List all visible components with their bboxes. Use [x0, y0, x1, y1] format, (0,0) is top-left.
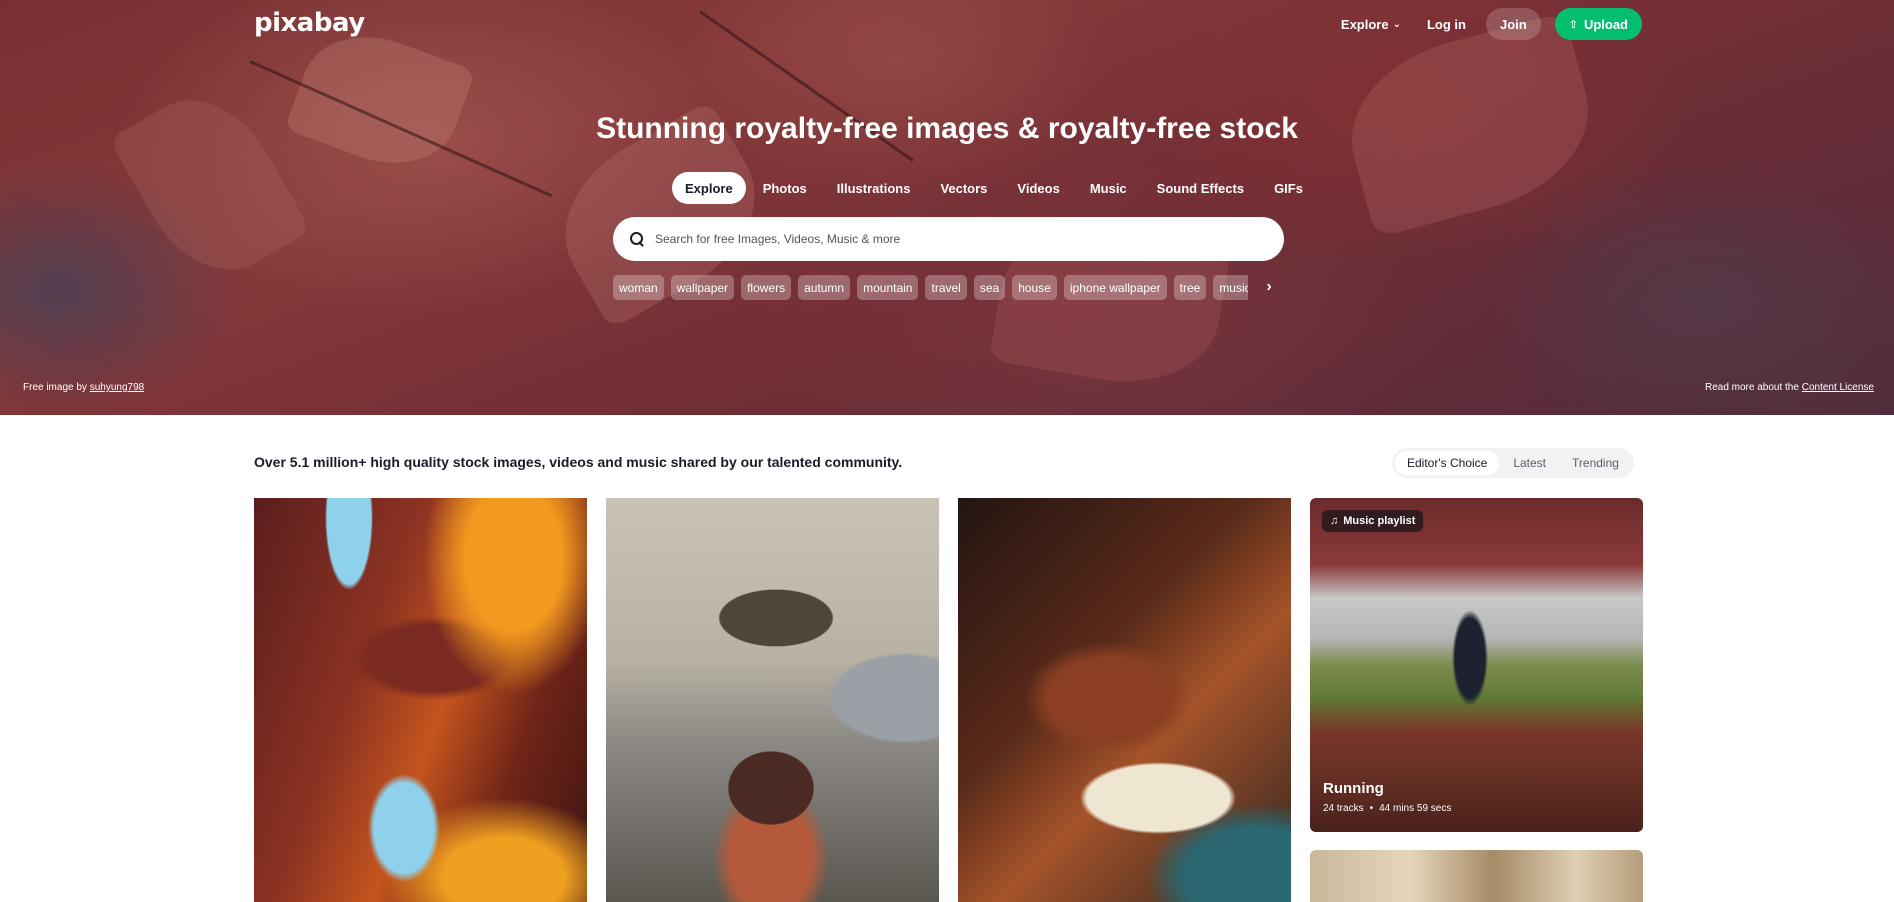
search-chip[interactable]: flowers	[741, 275, 792, 300]
hero-banner: pixabay Explore ⌄ Log in Join ⇧ Upload S…	[0, 0, 1894, 415]
sort-latest[interactable]: Latest	[1501, 451, 1558, 475]
tab-photos[interactable]: Photos	[750, 172, 820, 204]
top-navigation: pixabay Explore ⌄ Log in Join ⇧ Upload	[254, 0, 1642, 50]
media-type-tabs: Explore Photos Illustrations Vectors Vid…	[672, 172, 1316, 204]
suggested-searches: woman wallpaper flowers autumn mountain …	[613, 275, 1248, 300]
credit-user-link[interactable]: suhyung798	[90, 382, 145, 393]
sort-toggle: Editor's Choice Latest Trending	[1392, 448, 1634, 478]
music-playlist-card[interactable]: ♫ Music playlist Running 24 tracks • 44 …	[1310, 498, 1643, 832]
chevron-right-icon[interactable]: ›	[1258, 276, 1280, 298]
explore-menu-button[interactable]: Explore ⌄	[1335, 17, 1407, 32]
search-icon[interactable]	[629, 231, 645, 247]
tab-vectors[interactable]: Vectors	[927, 172, 1000, 204]
nav-actions: Explore ⌄ Log in Join ⇧ Upload	[1335, 8, 1642, 40]
tab-videos[interactable]: Videos	[1004, 172, 1072, 204]
sort-editors-choice[interactable]: Editor's Choice	[1395, 451, 1500, 475]
playlist-duration: 44 mins 59 secs	[1379, 803, 1452, 814]
image-card-canyon[interactable]	[254, 498, 587, 902]
join-button[interactable]: Join	[1485, 8, 1541, 40]
image-credit: Free image by suhyung798	[23, 382, 144, 393]
image-card-portrait[interactable]	[606, 498, 939, 902]
search-chip[interactable]: wallpaper	[670, 275, 735, 300]
image-card-dried-leaves[interactable]	[1310, 850, 1643, 902]
license-note: Read more about the Content License	[1705, 382, 1874, 393]
search-chip[interactable]: mountain	[857, 275, 919, 300]
credit-prefix: Free image by	[23, 382, 87, 393]
hero-title: Stunning royalty-free images & royalty-f…	[596, 112, 1298, 145]
tab-explore[interactable]: Explore	[672, 172, 746, 204]
upload-label: Upload	[1583, 16, 1628, 32]
playlist-title: Running	[1323, 780, 1384, 797]
search-chip[interactable]: autumn	[798, 275, 851, 300]
search-chip[interactable]: music	[1213, 275, 1248, 300]
tab-gifs[interactable]: GIFs	[1261, 172, 1316, 204]
search-bar[interactable]	[613, 217, 1284, 261]
search-chip[interactable]: sea	[973, 275, 1006, 300]
playlist-meta: 24 tracks • 44 mins 59 secs	[1323, 803, 1451, 814]
tab-illustrations[interactable]: Illustrations	[824, 172, 924, 204]
content-license-link[interactable]: Content License	[1802, 382, 1874, 393]
search-input[interactable]	[655, 232, 1215, 246]
license-prefix: Read more about the	[1704, 382, 1799, 393]
chevron-down-icon: ⌄	[1392, 18, 1401, 30]
hero-overlay	[0, 0, 1894, 415]
explore-label: Explore	[1340, 16, 1389, 32]
tab-sound-effects[interactable]: Sound Effects	[1144, 172, 1257, 204]
playlist-tracks: 24 tracks	[1323, 803, 1364, 814]
playlist-badge-label: Music playlist	[1343, 515, 1416, 527]
community-tagline: Over 5.1 million+ high quality stock ima…	[254, 454, 903, 470]
dot-separator: •	[1369, 803, 1374, 814]
music-note-icon: ♫	[1330, 515, 1339, 527]
search-chip[interactable]: iphone wallpaper	[1063, 275, 1167, 300]
upload-button[interactable]: ⇧ Upload	[1554, 8, 1642, 40]
playlist-badge: ♫ Music playlist	[1322, 510, 1424, 532]
search-chip[interactable]: travel	[925, 275, 967, 300]
upload-icon: ⇧	[1568, 18, 1578, 31]
tab-music[interactable]: Music	[1077, 172, 1140, 204]
image-card-book[interactable]	[958, 498, 1291, 902]
sort-trending[interactable]: Trending	[1560, 451, 1631, 475]
login-link[interactable]: Log in	[1421, 17, 1472, 32]
search-chip[interactable]: tree	[1173, 275, 1207, 300]
search-chip[interactable]: house	[1012, 275, 1057, 300]
pixabay-logo[interactable]: pixabay	[254, 8, 365, 38]
search-chip[interactable]: woman	[613, 275, 664, 300]
